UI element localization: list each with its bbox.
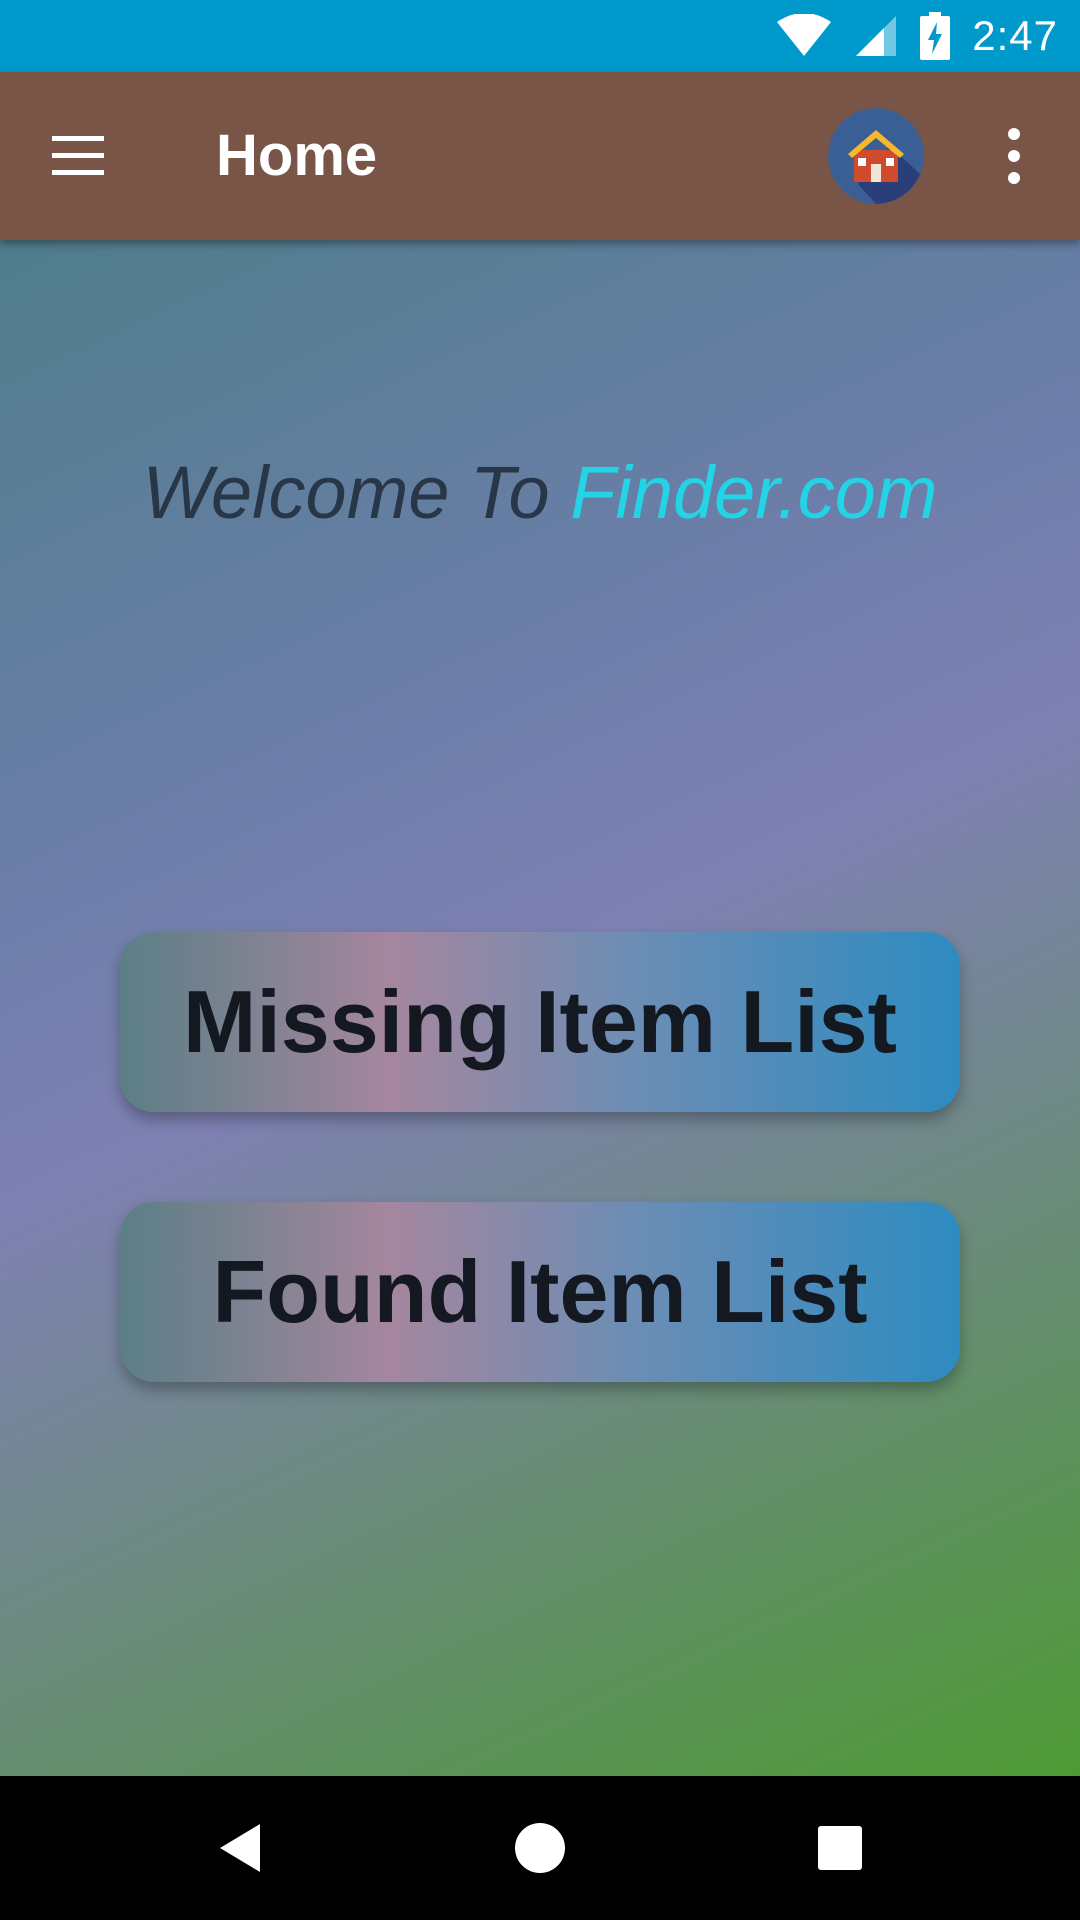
status-time: 2:47 bbox=[972, 12, 1058, 59]
cell-signal-icon bbox=[856, 16, 897, 56]
missing-item-list-button[interactable]: Missing Item List bbox=[120, 932, 960, 1112]
more-vert-icon[interactable] bbox=[990, 124, 1038, 188]
screen: 2:47 Home Welcome To Finder.com Missing … bbox=[0, 0, 1080, 1920]
navigation-bar bbox=[0, 1776, 1080, 1920]
back-icon[interactable] bbox=[200, 1808, 280, 1888]
page-title: Home bbox=[216, 123, 378, 188]
wifi-icon bbox=[777, 14, 832, 56]
battery-charging-icon bbox=[920, 12, 951, 60]
main-content: Welcome To Finder.com Missing Item List … bbox=[0, 240, 1080, 1776]
welcome-prefix: Welcome To bbox=[142, 451, 571, 534]
home-icon[interactable] bbox=[500, 1808, 580, 1888]
recents-icon[interactable] bbox=[800, 1808, 880, 1888]
status-icons: 2:47 bbox=[776, 0, 1058, 72]
house-avatar-icon[interactable] bbox=[828, 108, 924, 204]
brand-name: Finder.com bbox=[570, 451, 938, 534]
menu-icon[interactable] bbox=[48, 126, 120, 186]
status-bar: 2:47 bbox=[0, 0, 1080, 72]
welcome-text: Welcome To Finder.com bbox=[0, 450, 1080, 535]
found-item-list-button[interactable]: Found Item List bbox=[120, 1202, 960, 1382]
app-bar: Home bbox=[0, 72, 1080, 240]
